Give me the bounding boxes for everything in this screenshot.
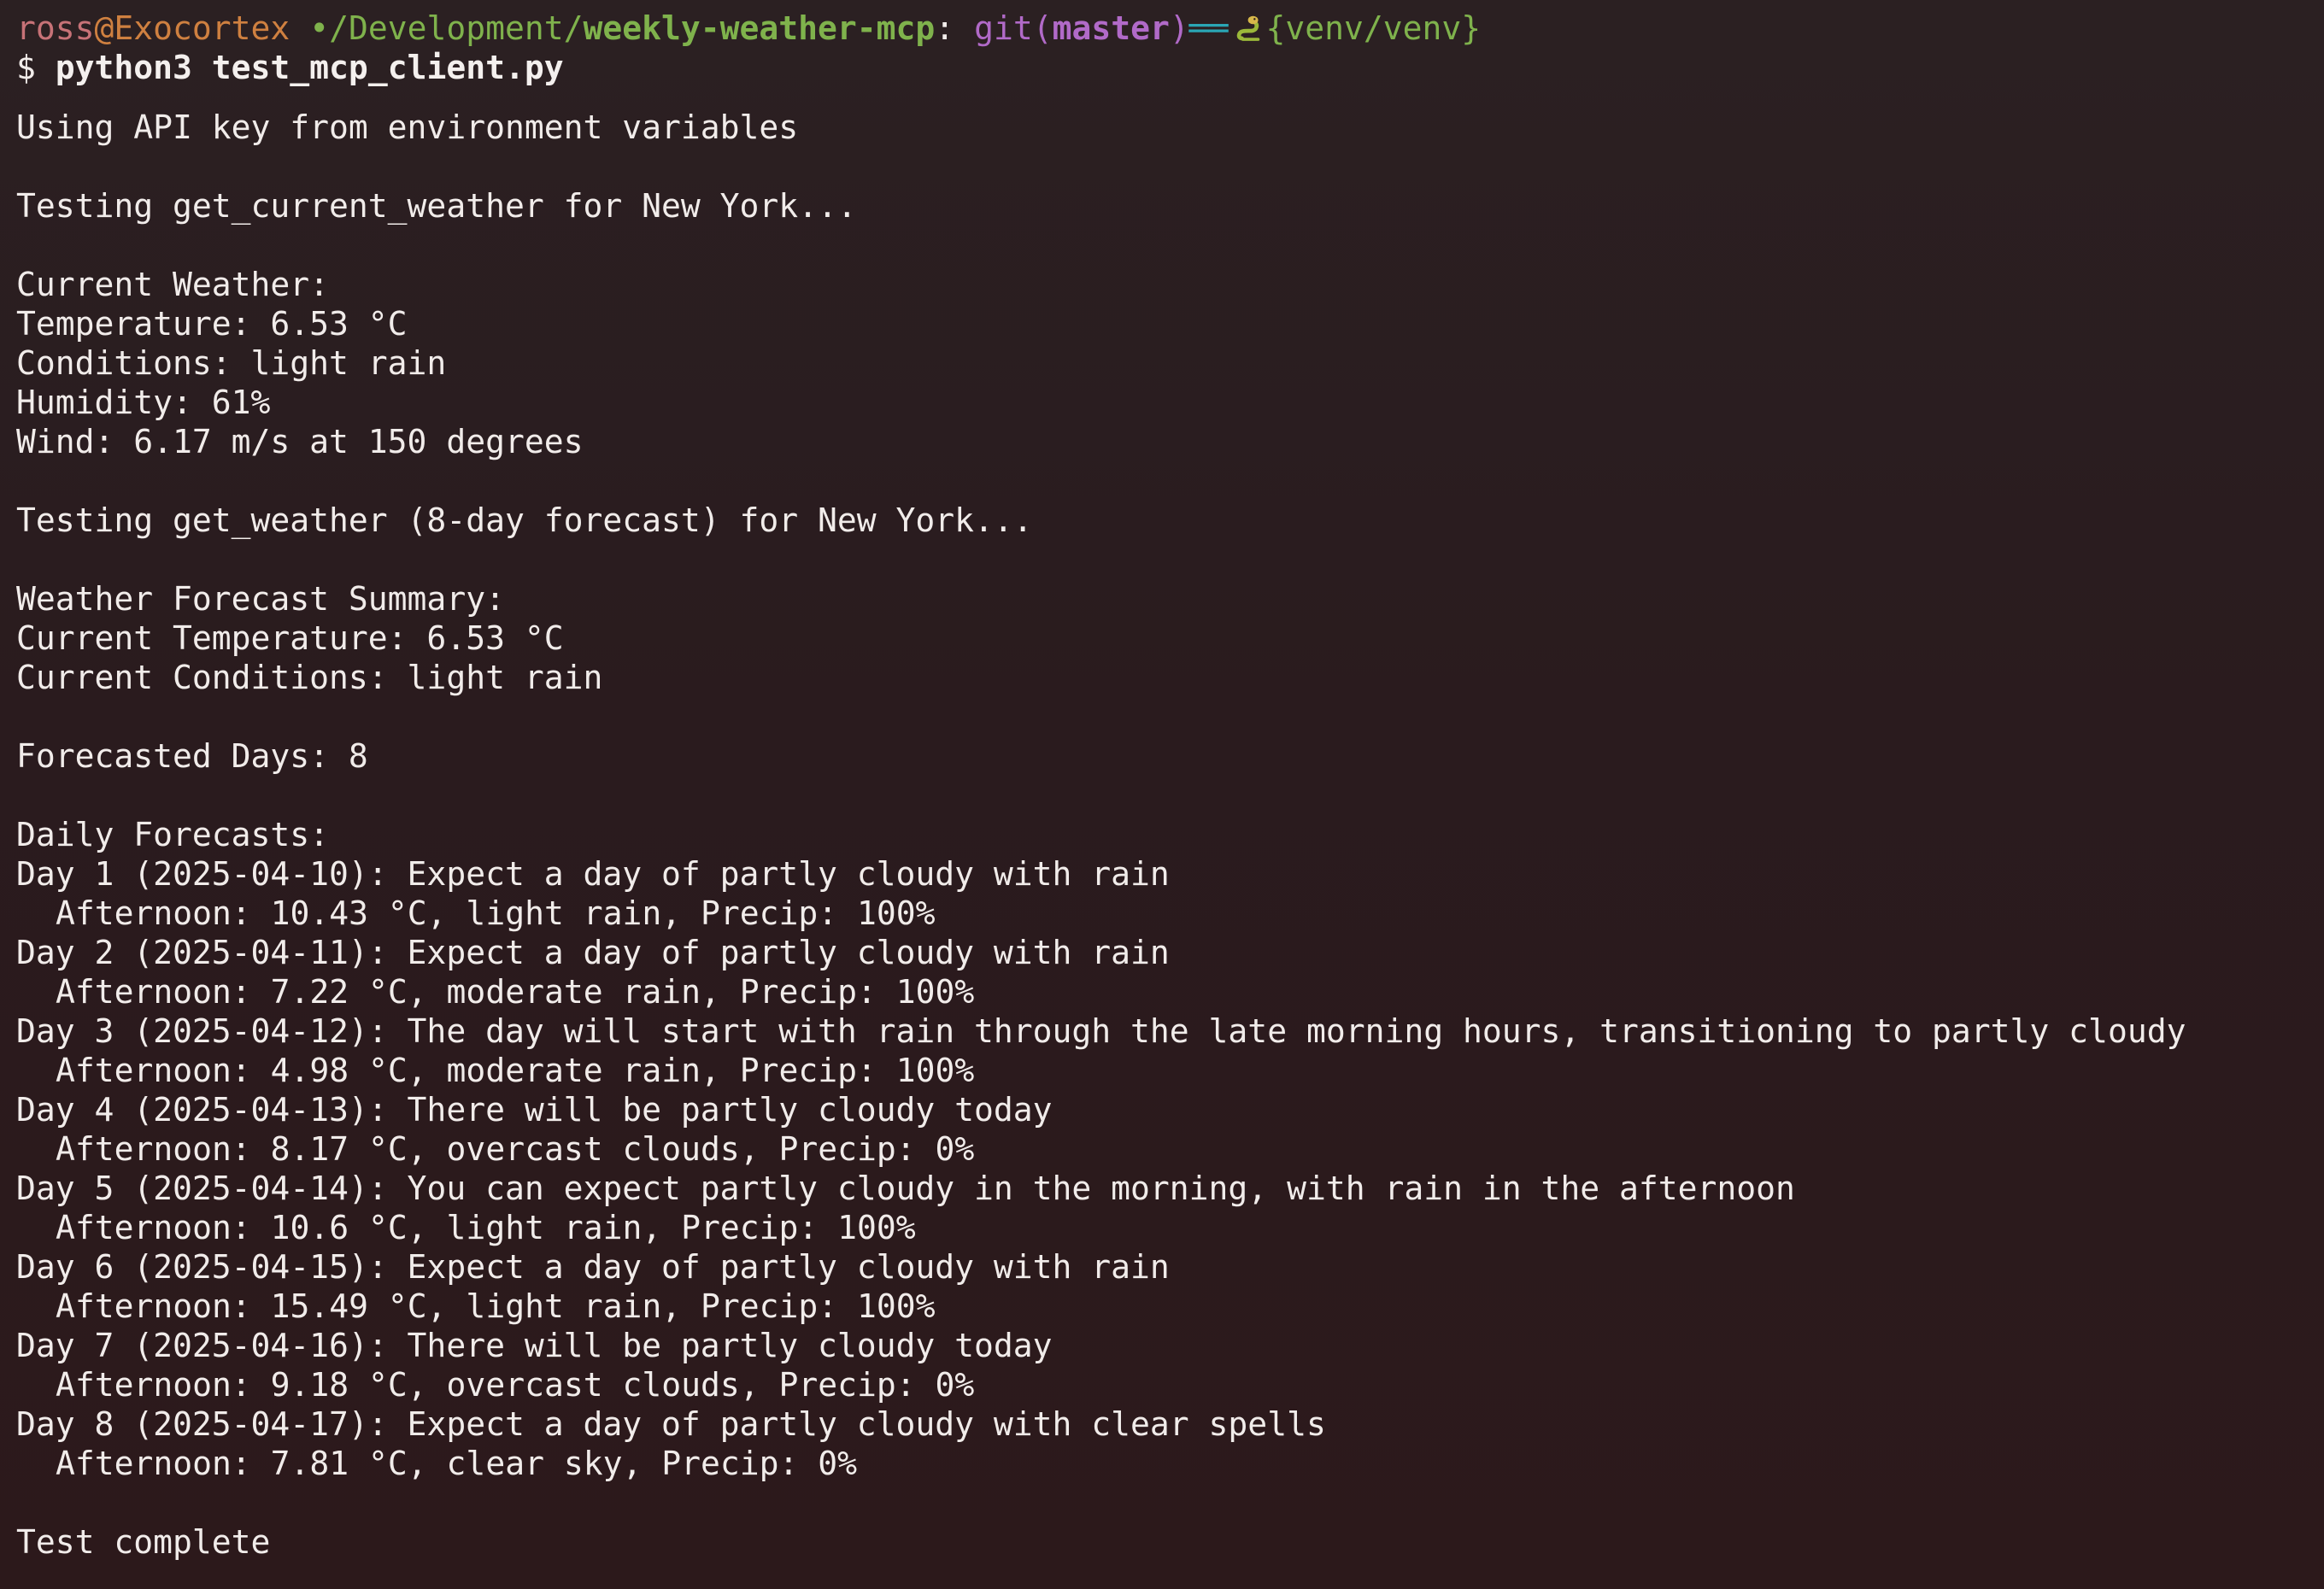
output-temperature: Temperature: 6.53 °C <box>16 305 408 343</box>
forecast-day-summary: Day 6 (2025-04-15): Expect a day of part… <box>16 1248 1170 1286</box>
forecast-day-afternoon: Afternoon: 10.43 °C, light rain, Precip:… <box>56 894 936 932</box>
terminal-window[interactable]: ross@Exocortex •/Development/weekly-weat… <box>0 0 2324 1589</box>
prompt-clean-marker: ══ <box>1188 9 1229 47</box>
output-summary-header: Weather Forecast Summary: <box>16 580 505 618</box>
output-forecasted-days: Forecasted Days: 8 <box>16 737 368 775</box>
forecast-day-summary: Day 2 (2025-04-11): Expect a day of part… <box>16 934 1170 971</box>
forecast-day-afternoon: Afternoon: 4.98 °C, moderate rain, Preci… <box>56 1052 975 1089</box>
forecast-day-summary: Day 8 (2025-04-17): Expect a day of part… <box>16 1405 1326 1443</box>
forecast-day-afternoon: Afternoon: 15.49 °C, light rain, Precip:… <box>56 1287 936 1325</box>
forecast-day-afternoon: Afternoon: 9.18 °C, overcast clouds, Pre… <box>56 1366 975 1404</box>
prompt-dollar: $ <box>16 49 56 86</box>
forecast-day-summary: Day 1 (2025-04-10): Expect a day of part… <box>16 855 1170 893</box>
prompt-git-close: ) <box>1169 9 1189 47</box>
prompt-path-dir: weekly-weather-mcp <box>583 9 936 47</box>
forecast-day-summary: Day 7 (2025-04-16): There will be partly… <box>16 1327 1053 1364</box>
command-line[interactable]: $ python3 test_mcp_client.py <box>16 48 2324 87</box>
output-api-key: Using API key from environment variables <box>16 108 799 146</box>
prompt-path-prefix: •/Development/ <box>290 9 584 47</box>
output-test-current: Testing get_current_weather for New York… <box>16 187 857 225</box>
python-snake-icon <box>1236 15 1259 41</box>
output-daily-header: Daily Forecasts: <box>16 816 330 853</box>
prompt-user: ross <box>16 9 95 47</box>
output-current-header: Current Weather: <box>16 266 330 303</box>
forecast-day-summary: Day 4 (2025-04-13): There will be partly… <box>16 1091 1053 1129</box>
output-current-conditions: Current Conditions: light rain <box>16 659 603 696</box>
output-test-forecast: Testing get_weather (8-day forecast) for… <box>16 501 1033 539</box>
shell-prompt: ross@Exocortex •/Development/weekly-weat… <box>16 9 2324 48</box>
forecast-day-afternoon: Afternoon: 7.81 °C, clear sky, Precip: 0… <box>56 1445 857 1482</box>
prompt-git-branch: master <box>1052 9 1170 47</box>
output-humidity: Humidity: 61% <box>16 384 271 421</box>
prompt-venv: {venv/venv} <box>1265 9 1482 47</box>
output-test-complete: Test complete <box>16 1523 271 1561</box>
forecast-day-afternoon: Afternoon: 10.6 °C, light rain, Precip: … <box>56 1209 916 1246</box>
forecast-day-afternoon: Afternoon: 7.22 °C, moderate rain, Preci… <box>56 973 975 1011</box>
prompt-host: Exocortex <box>114 9 290 47</box>
forecast-day-summary: Day 5 (2025-04-14): You can expect partl… <box>16 1170 1795 1207</box>
prompt-git-label: git( <box>954 9 1053 47</box>
forecast-day-summary: Day 3 (2025-04-12): The day will start w… <box>16 1012 2186 1050</box>
output-current-temp: Current Temperature: 6.53 °C <box>16 619 564 657</box>
prompt-colon: : <box>935 9 955 47</box>
command-text: python3 test_mcp_client.py <box>55 49 564 86</box>
output-conditions: Conditions: light rain <box>16 344 447 382</box>
output-wind: Wind: 6.17 m/s at 150 degrees <box>16 423 584 460</box>
forecast-day-afternoon: Afternoon: 8.17 °C, overcast clouds, Pre… <box>56 1130 975 1168</box>
prompt-at: @ <box>94 9 114 47</box>
